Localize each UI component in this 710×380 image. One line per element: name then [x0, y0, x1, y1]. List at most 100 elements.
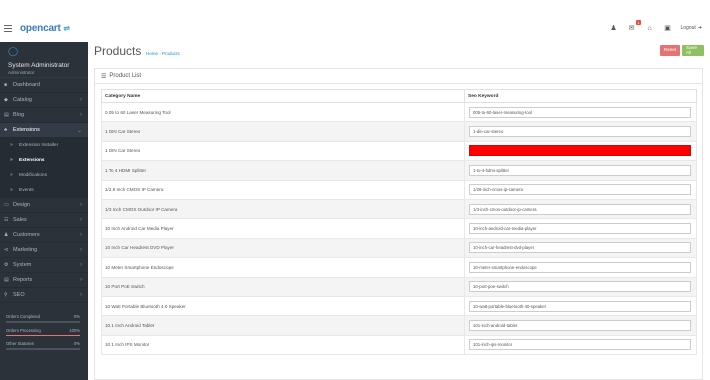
arrow-icon: » [10, 157, 13, 163]
sidebar-item-blog[interactable]: ▤ Blog › [0, 108, 88, 123]
table-row: 1 DIN Car Stereo [101, 140, 697, 162]
category-name-cell: 10 Meter Smartphone Endoscope [101, 257, 465, 278]
chevron-right-icon: › [80, 97, 82, 103]
seo-keyword-input[interactable]: 1-to-4-hdmi-splitter [469, 164, 691, 176]
list-icon: ☰ [101, 73, 107, 80]
menu-toggle-icon[interactable] [4, 25, 12, 33]
seo-keyword-input[interactable]: 10-port-poe-switch [469, 281, 691, 293]
sidebar-subitem-events[interactable]: » Events [0, 183, 88, 198]
chevron-right-icon: › [80, 292, 82, 298]
opencart-logo[interactable]: opencart ⇌ [20, 23, 70, 34]
seo-keyword-input[interactable]: 101-inch-android-tablet [469, 319, 691, 331]
seo-keyword-input[interactable]: 101-inch-ips-monitor [469, 339, 691, 351]
seo-keyword-cell: 10-meter-smartphone-endoscope [464, 257, 697, 278]
progress-fill [6, 334, 80, 336]
sidebar-item-extensions[interactable]: ♣ Extensions ⌄ [0, 123, 88, 138]
breadcrumb-products[interactable]: Products [162, 51, 180, 56]
seo-keyword-input[interactable]: 1/28-inch-cmos-ip-camera [469, 184, 691, 196]
profile-role: Administrator [8, 70, 35, 75]
sign-out-icon: ➜ [697, 25, 702, 31]
category-name-cell: 10 Watt Portable Bluetooth 4.0 Speaker [101, 295, 465, 317]
breadcrumb-home[interactable]: Home [146, 51, 158, 56]
sidebar-item-seo[interactable]: ⚲ SEO › [0, 288, 88, 303]
top-header: opencart ⇌ ♟ ✉ 1 ⌂ ▣ Logout ➜ [0, 18, 710, 42]
sidebar: ◯ System Administrator Administrator ■ Da… [0, 42, 88, 380]
sidebar-item-customers[interactable]: ♟ Customers › [0, 228, 88, 243]
sidebar-item-catalog[interactable]: ◆ Catalog › [0, 93, 88, 108]
sidebar-item-marketing[interactable]: ⊲ Marketing › [0, 243, 88, 258]
chevron-right-icon: › [80, 247, 82, 253]
save-all-button[interactable]: Save All [682, 45, 704, 56]
arrow-icon: » [10, 172, 13, 178]
seo-keyword-cell: 10-inch-car-headrest-dvd-player [464, 237, 697, 259]
stat-orders-processing: Orders Processing 100% [6, 328, 80, 336]
column-header-category: Category Name [101, 89, 465, 103]
tag-icon: ◆ [4, 97, 8, 103]
breadcrumb: Home › Products [146, 51, 180, 56]
home-icon[interactable]: ⌂ [645, 23, 655, 33]
profile: ◯ System Administrator Administrator [0, 42, 88, 78]
category-name-cell: 1/2.8 Inch CMOS IP Camera [101, 179, 465, 200]
alert-badge: 1 [636, 20, 641, 25]
page-title: Products [94, 44, 142, 58]
category-name-cell: 10 Inch Android Car Media Player [101, 218, 465, 239]
seo-keyword-input[interactable]: 1-din-car-stereo [469, 126, 691, 138]
book-icon: ▤ [4, 112, 9, 118]
category-name-cell: 10 Inch Car Headrest DVD Player [101, 237, 465, 259]
table-row: 10 Inch Car Headrest DVD Player 10-inch-c… [101, 237, 697, 259]
column-header-seo-keyword: Seo Keyword [464, 89, 697, 103]
sidebar-subitem-extension-installer[interactable]: » Extension Installer [0, 138, 88, 153]
table-row: 10 Inch Android Car Media Player 10-inch-… [101, 218, 697, 239]
seo-keyword-input[interactable]: 10-inch-car-headrest-dvd-player [469, 242, 691, 254]
arrow-icon: » [10, 142, 13, 148]
seo-keyword-input[interactable]: 10-watt-portable-bluetooth-40-speaker [469, 300, 691, 312]
seo-keyword-input[interactable]: 10-inch-android-car-media-player [469, 223, 691, 235]
table-row: 10.1 Inch IPS Monitor 101-inch-ips-monito… [101, 334, 697, 356]
seo-keyword-cell: 005-to-60-laser-measuring-tool [464, 101, 697, 123]
category-name-cell: 1 DIN Car Stereo [101, 140, 465, 162]
seo-keyword-input[interactable]: 1/3-inch-cmos-outdoor-ip-camera [469, 203, 691, 215]
table-row: 10.1 Inch Android Tablet 101-inch-android… [101, 315, 697, 336]
product-seo-table: Category Name Seo Keyword 0.05 to 60 Las… [101, 89, 697, 356]
table-row: 1 DIN Car Stereo 1-din-car-stereo [101, 121, 697, 142]
reset-button[interactable]: Reset [660, 45, 680, 56]
sidebar-item-reports[interactable]: ▤ Reports › [0, 273, 88, 288]
stat-orders-completed: Orders Completed 0% [6, 314, 80, 323]
main-content: Products Home › Products Reset Save All … [88, 42, 710, 380]
category-name-cell: 1/3 Inch CMOS Outdoor IP Camera [101, 198, 465, 220]
search-icon: ⚲ [4, 292, 8, 298]
sidebar-item-dashboard[interactable]: ■ Dashboard [0, 78, 88, 93]
user-icon[interactable]: ♟ [609, 23, 619, 33]
product-list-panel: ☰ Product List Category Name Seo Keyword… [94, 68, 703, 380]
category-name-cell: 10.1 Inch Android Tablet [101, 315, 465, 336]
sidebar-item-sales[interactable]: ☷ Sales › [0, 213, 88, 228]
chevron-right-icon: › [80, 277, 82, 283]
profile-name: System Administrator [8, 62, 70, 69]
page-header: Products Home › Products Reset Save All [88, 42, 710, 64]
store-icon[interactable]: ▣ [663, 23, 673, 33]
cart-icon: ☷ [4, 217, 9, 223]
seo-keyword-cell: 1-din-car-stereo [464, 121, 697, 142]
seo-keyword-cell: 101-inch-ips-monitor [464, 334, 697, 356]
chevron-right-icon: › [80, 217, 82, 223]
sidebar-subitem-extensions[interactable]: » Extensions [0, 153, 88, 168]
avatar-icon: ◯ [8, 46, 19, 56]
seo-keyword-input[interactable]: 005-to-60-laser-measuring-tool [469, 106, 691, 118]
alerts-icon[interactable]: ✉ 1 [627, 20, 641, 33]
seo-keyword-input[interactable]: 10-meter-smartphone-endoscope [469, 261, 691, 273]
table-row: 1/2.8 Inch CMOS IP Camera 1/28-inch-cmos-… [101, 179, 697, 200]
category-name-cell: 0.05 to 60 Laser Measuring Tool [101, 101, 465, 123]
sidebar-item-design[interactable]: ▭ Design › [0, 198, 88, 213]
dashboard-icon: ■ [4, 82, 8, 88]
sidebar-subitem-modifications[interactable]: » Modifications [0, 168, 88, 183]
cog-icon: ⚙ [4, 262, 9, 268]
seo-keyword-input[interactable] [469, 145, 691, 157]
chevron-right-icon: › [80, 262, 82, 268]
sidebar-item-system[interactable]: ⚙ System › [0, 258, 88, 273]
bar-chart-icon: ▤ [4, 277, 9, 283]
logout-link[interactable]: Logout ➜ [681, 25, 703, 31]
chevron-right-icon: › [80, 232, 82, 238]
seo-keyword-cell: 101-inch-android-tablet [464, 315, 697, 336]
chevron-down-icon: ⌄ [76, 127, 82, 134]
panel-heading: ☰ Product List [95, 69, 702, 84]
